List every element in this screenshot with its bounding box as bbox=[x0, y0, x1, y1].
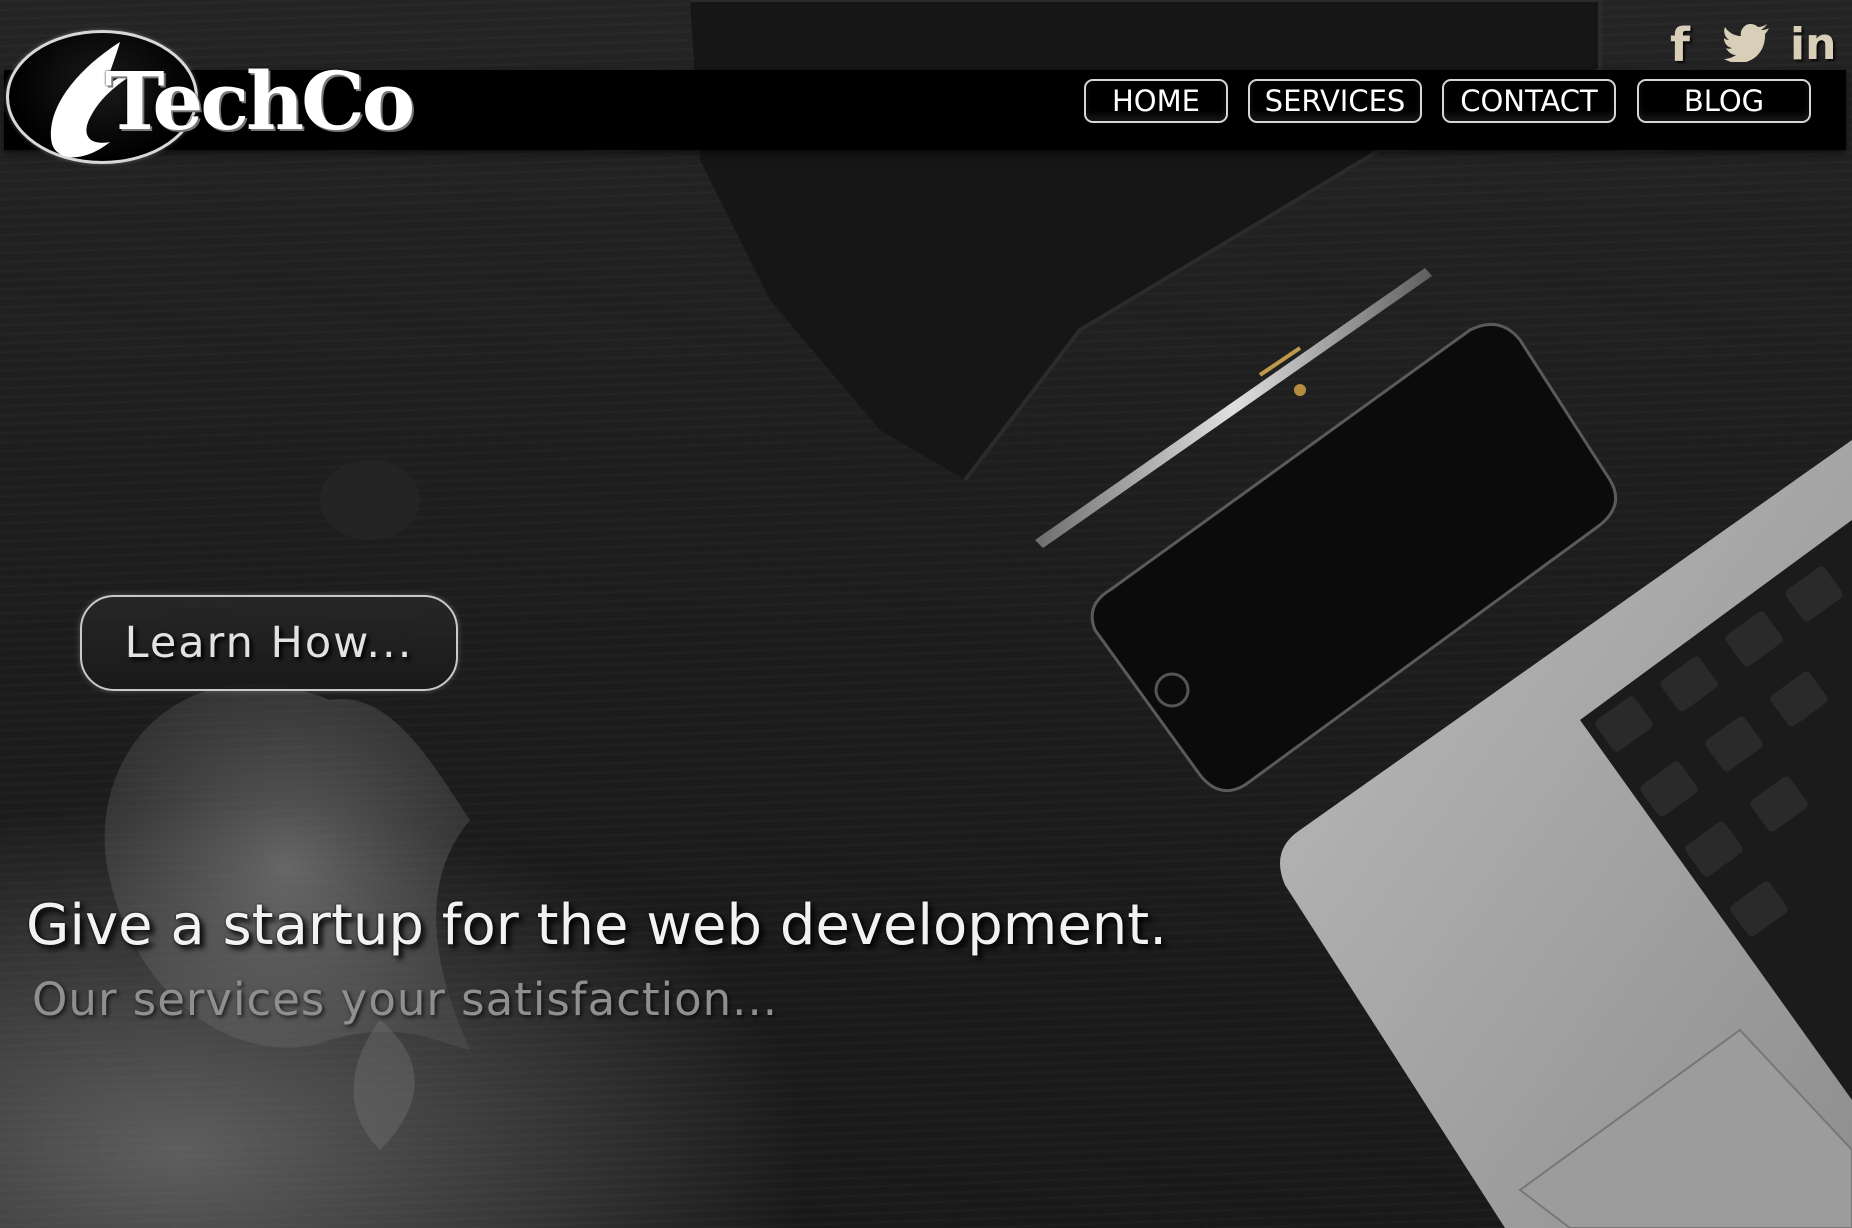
facebook-icon[interactable]: f bbox=[1670, 20, 1690, 70]
nav-services[interactable]: SERVICES bbox=[1248, 79, 1422, 123]
hero-subline: Our services your satisfaction... bbox=[32, 973, 779, 1026]
faint-apple-logo bbox=[104, 460, 471, 1150]
nav-home[interactable]: HOME bbox=[1084, 79, 1228, 123]
brand-name: TechCo bbox=[105, 54, 415, 148]
page-background: TechCo f in HOME SERVICES CONTACT BLOG L… bbox=[0, 0, 1852, 1228]
nav-blog[interactable]: BLOG bbox=[1637, 79, 1811, 123]
linkedin-icon[interactable]: in bbox=[1790, 20, 1836, 70]
social-links: f in bbox=[1662, 20, 1842, 71]
hero-headline: Give a startup for the web development. bbox=[26, 893, 1168, 958]
nav-contact[interactable]: CONTACT bbox=[1442, 79, 1616, 123]
learn-how-button[interactable]: Learn How... bbox=[80, 595, 458, 691]
twitter-icon[interactable] bbox=[1724, 23, 1770, 74]
brand-logo[interactable]: TechCo bbox=[2, 28, 452, 168]
